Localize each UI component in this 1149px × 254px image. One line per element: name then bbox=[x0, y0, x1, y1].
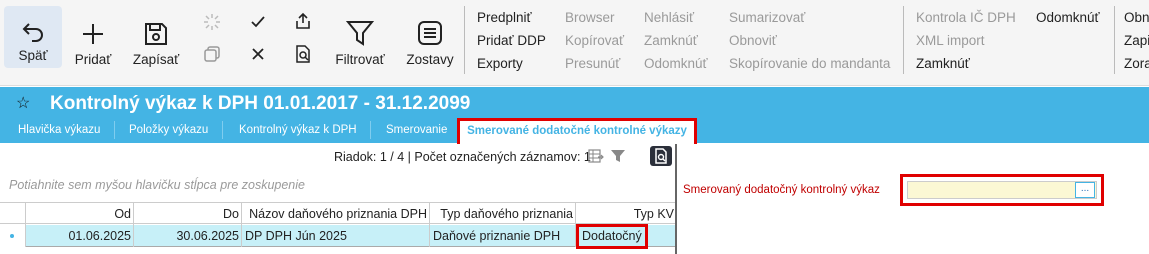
menu-do-not-report[interactable]: Nehlásiť bbox=[644, 10, 694, 26]
document-search-icon[interactable] bbox=[294, 45, 312, 63]
row-selected-dot bbox=[10, 234, 14, 238]
grid-export-icon[interactable] bbox=[588, 148, 604, 164]
grid-filter-icon[interactable] bbox=[610, 148, 626, 164]
toolbar-separator bbox=[903, 6, 904, 74]
reports-icon bbox=[418, 21, 442, 45]
tab-divider bbox=[222, 121, 223, 139]
copy-icon[interactable] bbox=[203, 45, 221, 63]
menu-prefill[interactable]: Predplniť bbox=[477, 10, 532, 26]
toolbar-separator bbox=[464, 6, 465, 74]
add-button[interactable]: Pridať bbox=[70, 6, 116, 68]
column-header-return-name[interactable]: Názov daňového priznania DPH bbox=[242, 203, 430, 225]
menu-unlock[interactable]: Odomknúť bbox=[644, 56, 708, 72]
toolbar-separator bbox=[1114, 6, 1115, 74]
menu-copy-to-tenant[interactable]: Skopírovanie do mandanta bbox=[729, 56, 890, 72]
share-icon[interactable] bbox=[294, 12, 312, 30]
menu-vat-id-check[interactable]: Kontrola IČ DPH bbox=[916, 10, 1016, 26]
menu-unlock-2[interactable]: Odomknúť bbox=[1036, 10, 1100, 26]
tab-routing[interactable]: Smerovanie bbox=[386, 124, 447, 136]
panel-splitter[interactable] bbox=[675, 144, 677, 254]
grid-header: Od Do Názov daňového priznania DPH Typ d… bbox=[0, 202, 676, 225]
menu-browser[interactable]: Browser bbox=[565, 10, 615, 26]
column-header-to[interactable]: Do bbox=[134, 203, 242, 225]
menu-truncated-2[interactable]: Zapi bbox=[1124, 33, 1149, 49]
page-title: Kontrolný výkaz k DPH 01.01.2017 - 31.12… bbox=[50, 93, 471, 114]
menu-lock[interactable]: Zamknúť bbox=[644, 33, 698, 49]
toolbar: Späť Pridať Zapísať Filtrovať Zostavy Pr… bbox=[0, 0, 1149, 86]
group-by-hint: Potiahnite sem myšou hlavičku stĺpca pre… bbox=[9, 178, 305, 192]
routed-supplementary-input[interactable] bbox=[907, 181, 1097, 199]
close-icon[interactable] bbox=[249, 45, 267, 63]
reports-label: Zostavy bbox=[406, 52, 454, 67]
grid-status: Riadok: 1 / 4 | Počet označených záznamo… bbox=[334, 150, 591, 164]
document-search-icon bbox=[655, 148, 667, 164]
add-label: Pridať bbox=[74, 52, 112, 67]
reports-button[interactable]: Zostavy bbox=[400, 6, 460, 68]
routed-supplementary-label: Smerovaný dodatočný kontrolný výkaz bbox=[683, 184, 880, 196]
row-indicator-header bbox=[0, 203, 26, 225]
cell-from[interactable]: 01.06.2025 bbox=[26, 225, 134, 247]
tab-divider bbox=[370, 121, 371, 139]
cell-return-type[interactable]: Daňové priznanie DPH bbox=[430, 225, 576, 247]
menu-move[interactable]: Presunúť bbox=[565, 56, 620, 72]
cell-return-name[interactable]: DP DPH Jún 2025 bbox=[242, 225, 430, 247]
star-icon[interactable]: ☆ bbox=[16, 93, 30, 113]
menu-add-ddp[interactable]: Pridať DDP bbox=[477, 33, 546, 49]
cell-to[interactable]: 30.06.2025 bbox=[134, 225, 242, 247]
save-label: Zapísať bbox=[132, 52, 180, 67]
filter-icon bbox=[346, 21, 374, 46]
menu-truncated-1[interactable]: Obn bbox=[1124, 10, 1149, 26]
menu-exports[interactable]: Exporty bbox=[477, 56, 523, 72]
tab-routed-supplementary[interactable]: Smerované dodatočné kontrolné výkazy bbox=[457, 118, 697, 144]
filter-button[interactable]: Filtrovať bbox=[328, 6, 392, 68]
tab-divider bbox=[114, 121, 115, 139]
floppy-disk-icon bbox=[145, 23, 167, 45]
kv-type-highlight bbox=[576, 224, 648, 249]
menu-xml-import[interactable]: XML import bbox=[916, 33, 985, 49]
column-header-from[interactable]: Od bbox=[26, 203, 134, 225]
save-button[interactable]: Zapísať bbox=[128, 6, 184, 68]
group-by-area[interactable]: Potiahnite sem myšou hlavičku stĺpca pre… bbox=[0, 168, 676, 202]
undo-icon bbox=[22, 23, 43, 42]
tab-header[interactable]: Hlavička výkazu bbox=[18, 124, 100, 136]
routed-supplementary-field-highlight: ... bbox=[900, 174, 1104, 206]
menu-summarize[interactable]: Sumarizovať bbox=[729, 10, 805, 26]
plus-icon bbox=[83, 24, 103, 44]
filter-label: Filtrovať bbox=[335, 52, 385, 67]
grid-search-button[interactable] bbox=[650, 146, 672, 166]
tab-control-statement[interactable]: Kontrolný výkaz k DPH bbox=[239, 124, 357, 136]
table-row[interactable]: 01.06.2025 30.06.2025 DP DPH Jún 2025 Da… bbox=[0, 225, 676, 247]
back-label: Späť bbox=[18, 48, 48, 63]
menu-truncated-3[interactable]: Zora bbox=[1124, 56, 1149, 72]
column-header-return-type[interactable]: Typ daňového priznania bbox=[430, 203, 576, 225]
menu-copy[interactable]: Kopírovať bbox=[565, 33, 624, 49]
lookup-button[interactable]: ... bbox=[1075, 182, 1095, 198]
row-indicator bbox=[0, 225, 26, 247]
tab-routed-supplementary-label: Smerované dodatočné kontrolné výkazy bbox=[467, 125, 687, 137]
menu-lock-2[interactable]: Zamknúť bbox=[916, 56, 970, 72]
menu-refresh[interactable]: Obnoviť bbox=[729, 33, 777, 49]
loading-icon bbox=[204, 14, 220, 30]
column-header-kv-type[interactable]: Typ KV bbox=[576, 203, 676, 225]
tab-items[interactable]: Položky výkazu bbox=[129, 124, 208, 136]
check-icon[interactable] bbox=[249, 13, 267, 31]
back-button[interactable]: Späť bbox=[4, 6, 62, 68]
